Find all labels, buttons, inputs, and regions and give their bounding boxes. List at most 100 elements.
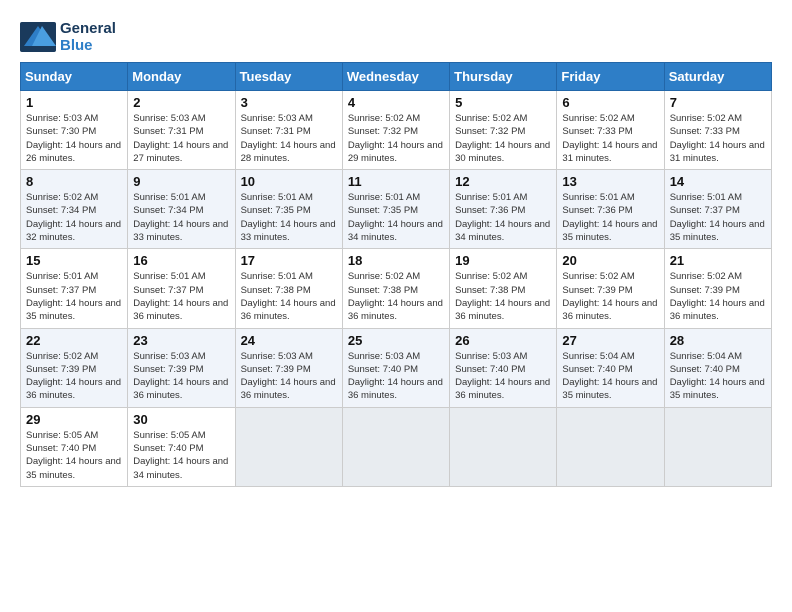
calendar-cell: 30 Sunrise: 5:05 AM Sunset: 7:40 PM Dayli… <box>128 407 235 486</box>
day-number: 20 <box>562 253 658 268</box>
day-number: 27 <box>562 333 658 348</box>
day-info: Sunrise: 5:01 AM Sunset: 7:35 PM Dayligh… <box>241 191 337 244</box>
calendar-week-row: 1 Sunrise: 5:03 AM Sunset: 7:30 PM Daylig… <box>21 91 772 170</box>
calendar-cell: 1 Sunrise: 5:03 AM Sunset: 7:30 PM Daylig… <box>21 91 128 170</box>
calendar-cell: 25 Sunrise: 5:03 AM Sunset: 7:40 PM Dayli… <box>342 328 449 407</box>
day-info: Sunrise: 5:03 AM Sunset: 7:39 PM Dayligh… <box>133 350 229 403</box>
day-info: Sunrise: 5:02 AM Sunset: 7:32 PM Dayligh… <box>348 112 444 165</box>
day-number: 21 <box>670 253 766 268</box>
weekday-header: Sunday <box>21 63 128 91</box>
day-info: Sunrise: 5:03 AM Sunset: 7:31 PM Dayligh… <box>133 112 229 165</box>
calendar-cell: 7Sunrise: 5:02 AM Sunset: 7:33 PM Daylig… <box>664 91 771 170</box>
calendar-cell: 13 Sunrise: 5:01 AM Sunset: 7:36 PM Dayli… <box>557 170 664 249</box>
day-number: 5 <box>455 95 551 110</box>
calendar-table: SundayMondayTuesdayWednesdayThursdayFrid… <box>20 62 772 487</box>
calendar-cell: 4 Sunrise: 5:02 AM Sunset: 7:32 PM Daylig… <box>342 91 449 170</box>
day-info: Sunrise: 5:02 AM Sunset: 7:32 PM Dayligh… <box>455 112 551 165</box>
day-number: 22 <box>26 333 122 348</box>
day-info: Sunrise: 5:02 AM Sunset: 7:39 PM Dayligh… <box>562 270 658 323</box>
day-number: 8 <box>26 174 122 189</box>
calendar-cell: 26 Sunrise: 5:03 AM Sunset: 7:40 PM Dayli… <box>450 328 557 407</box>
day-number: 2 <box>133 95 229 110</box>
day-info: Sunrise: 5:03 AM Sunset: 7:30 PM Dayligh… <box>26 112 122 165</box>
day-info: Sunrise: 5:01 AM Sunset: 7:36 PM Dayligh… <box>455 191 551 244</box>
day-number: 28 <box>670 333 766 348</box>
calendar-week-row: 15 Sunrise: 5:01 AM Sunset: 7:37 PM Dayli… <box>21 249 772 328</box>
day-info: Sunrise: 5:01 AM Sunset: 7:35 PM Dayligh… <box>348 191 444 244</box>
weekday-header: Friday <box>557 63 664 91</box>
day-number: 30 <box>133 412 229 427</box>
calendar-cell: 2 Sunrise: 5:03 AM Sunset: 7:31 PM Daylig… <box>128 91 235 170</box>
day-number: 17 <box>241 253 337 268</box>
logo: General Blue <box>20 20 116 54</box>
calendar-cell: 21 Sunrise: 5:02 AM Sunset: 7:39 PM Dayli… <box>664 249 771 328</box>
calendar-cell <box>235 407 342 486</box>
day-number: 9 <box>133 174 229 189</box>
calendar-header-row: SundayMondayTuesdayWednesdayThursdayFrid… <box>21 63 772 91</box>
day-number: 14 <box>670 174 766 189</box>
calendar-cell: 15 Sunrise: 5:01 AM Sunset: 7:37 PM Dayli… <box>21 249 128 328</box>
calendar-cell: 14 Sunrise: 5:01 AM Sunset: 7:37 PM Dayli… <box>664 170 771 249</box>
page-header: General Blue <box>20 20 772 54</box>
day-info: Sunrise: 5:02 AM Sunset: 7:39 PM Dayligh… <box>26 350 122 403</box>
day-number: 12 <box>455 174 551 189</box>
day-number: 18 <box>348 253 444 268</box>
day-number: 1 <box>26 95 122 110</box>
day-number: 11 <box>348 174 444 189</box>
day-info: Sunrise: 5:01 AM Sunset: 7:37 PM Dayligh… <box>133 270 229 323</box>
calendar-cell: 17 Sunrise: 5:01 AM Sunset: 7:38 PM Dayli… <box>235 249 342 328</box>
calendar-cell: 18 Sunrise: 5:02 AM Sunset: 7:38 PM Dayli… <box>342 249 449 328</box>
calendar-cell: 8 Sunrise: 5:02 AM Sunset: 7:34 PM Daylig… <box>21 170 128 249</box>
day-number: 23 <box>133 333 229 348</box>
calendar-cell: 5 Sunrise: 5:02 AM Sunset: 7:32 PM Daylig… <box>450 91 557 170</box>
weekday-header: Wednesday <box>342 63 449 91</box>
day-info: Sunrise: 5:03 AM Sunset: 7:31 PM Dayligh… <box>241 112 337 165</box>
day-info: Sunrise: 5:03 AM Sunset: 7:40 PM Dayligh… <box>348 350 444 403</box>
calendar-cell: 16 Sunrise: 5:01 AM Sunset: 7:37 PM Dayli… <box>128 249 235 328</box>
calendar-week-row: 29Sunrise: 5:05 AM Sunset: 7:40 PM Dayli… <box>21 407 772 486</box>
day-number: 6 <box>562 95 658 110</box>
day-number: 10 <box>241 174 337 189</box>
calendar-week-row: 8 Sunrise: 5:02 AM Sunset: 7:34 PM Daylig… <box>21 170 772 249</box>
day-number: 25 <box>348 333 444 348</box>
day-info: Sunrise: 5:02 AM Sunset: 7:38 PM Dayligh… <box>455 270 551 323</box>
day-info: Sunrise: 5:01 AM Sunset: 7:34 PM Dayligh… <box>133 191 229 244</box>
calendar-cell <box>664 407 771 486</box>
logo-text: General Blue <box>60 20 116 54</box>
day-number: 4 <box>348 95 444 110</box>
calendar-cell <box>557 407 664 486</box>
day-info: Sunrise: 5:02 AM Sunset: 7:38 PM Dayligh… <box>348 270 444 323</box>
weekday-header: Monday <box>128 63 235 91</box>
day-info: Sunrise: 5:04 AM Sunset: 7:40 PM Dayligh… <box>562 350 658 403</box>
day-info: Sunrise: 5:01 AM Sunset: 7:37 PM Dayligh… <box>26 270 122 323</box>
day-number: 13 <box>562 174 658 189</box>
calendar-cell: 3Sunrise: 5:03 AM Sunset: 7:31 PM Daylig… <box>235 91 342 170</box>
calendar-cell <box>450 407 557 486</box>
day-info: Sunrise: 5:01 AM Sunset: 7:36 PM Dayligh… <box>562 191 658 244</box>
day-number: 24 <box>241 333 337 348</box>
day-info: Sunrise: 5:02 AM Sunset: 7:33 PM Dayligh… <box>670 112 766 165</box>
day-info: Sunrise: 5:03 AM Sunset: 7:40 PM Dayligh… <box>455 350 551 403</box>
day-info: Sunrise: 5:05 AM Sunset: 7:40 PM Dayligh… <box>133 429 229 482</box>
calendar-cell: 29Sunrise: 5:05 AM Sunset: 7:40 PM Dayli… <box>21 407 128 486</box>
weekday-header: Thursday <box>450 63 557 91</box>
day-number: 15 <box>26 253 122 268</box>
weekday-header: Saturday <box>664 63 771 91</box>
day-info: Sunrise: 5:05 AM Sunset: 7:40 PM Dayligh… <box>26 429 122 482</box>
calendar-cell: 24 Sunrise: 5:03 AM Sunset: 7:39 PM Dayli… <box>235 328 342 407</box>
day-number: 26 <box>455 333 551 348</box>
calendar-cell: 20 Sunrise: 5:02 AM Sunset: 7:39 PM Dayli… <box>557 249 664 328</box>
day-info: Sunrise: 5:01 AM Sunset: 7:37 PM Dayligh… <box>670 191 766 244</box>
day-number: 19 <box>455 253 551 268</box>
day-info: Sunrise: 5:02 AM Sunset: 7:39 PM Dayligh… <box>670 270 766 323</box>
day-info: Sunrise: 5:03 AM Sunset: 7:39 PM Dayligh… <box>241 350 337 403</box>
day-number: 16 <box>133 253 229 268</box>
calendar-cell: 19 Sunrise: 5:02 AM Sunset: 7:38 PM Dayli… <box>450 249 557 328</box>
day-info: Sunrise: 5:04 AM Sunset: 7:40 PM Dayligh… <box>670 350 766 403</box>
day-info: Sunrise: 5:01 AM Sunset: 7:38 PM Dayligh… <box>241 270 337 323</box>
calendar-cell: 22 Sunrise: 5:02 AM Sunset: 7:39 PM Dayli… <box>21 328 128 407</box>
calendar-cell: 23 Sunrise: 5:03 AM Sunset: 7:39 PM Dayli… <box>128 328 235 407</box>
calendar-cell: 28 Sunrise: 5:04 AM Sunset: 7:40 PM Dayli… <box>664 328 771 407</box>
day-info: Sunrise: 5:02 AM Sunset: 7:34 PM Dayligh… <box>26 191 122 244</box>
calendar-cell: 11 Sunrise: 5:01 AM Sunset: 7:35 PM Dayli… <box>342 170 449 249</box>
